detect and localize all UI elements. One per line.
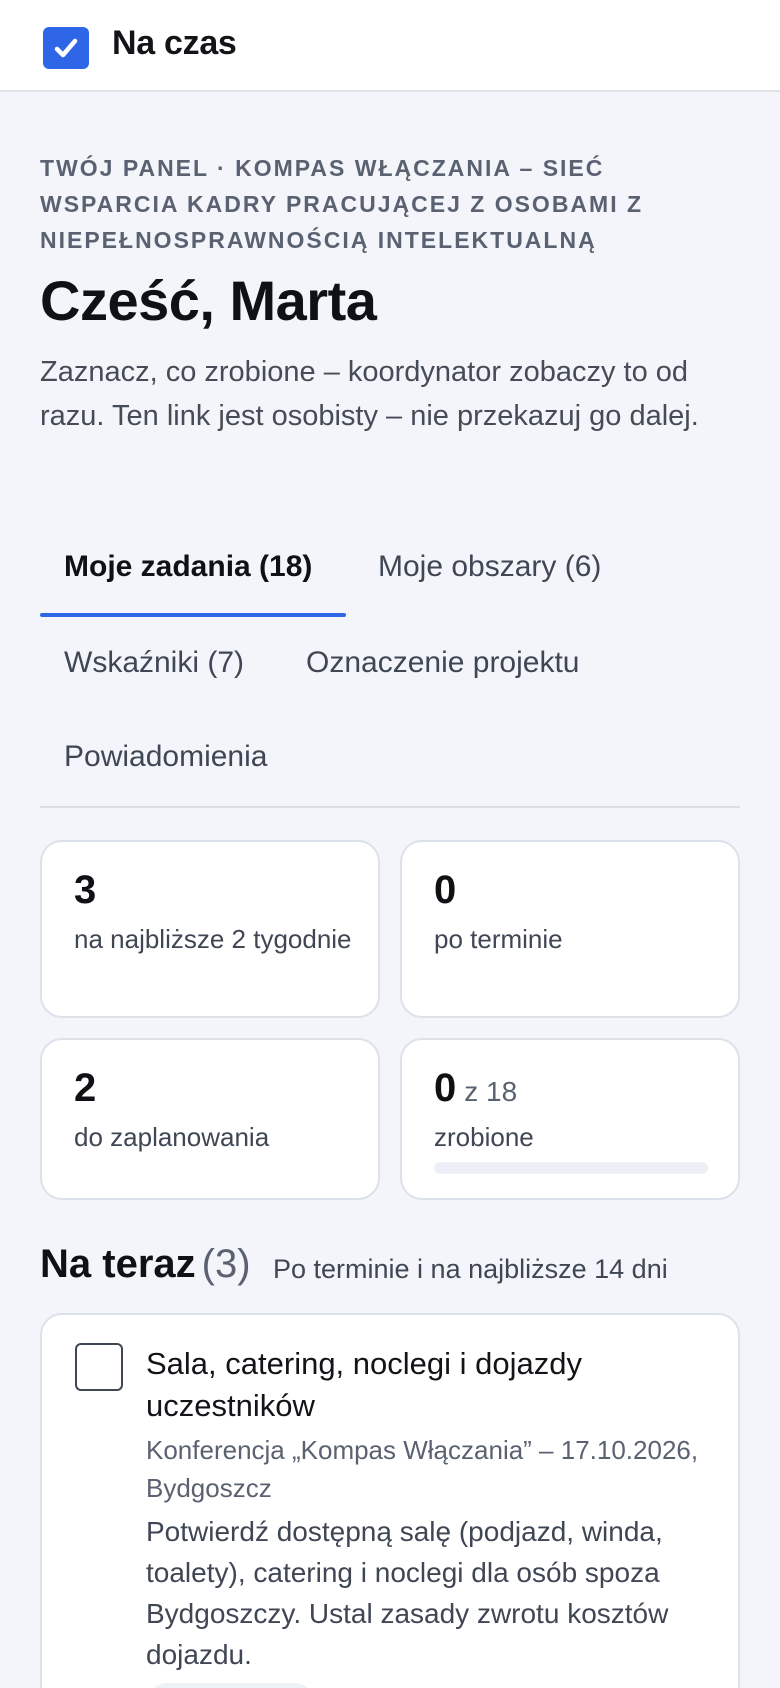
stat-value: 3	[74, 868, 97, 912]
section-subtitle: Po terminie i na najbliższe 14 dni	[273, 1254, 668, 1284]
checkbox-checked-icon	[43, 27, 89, 69]
stat-card-overdue: 0 po terminie	[400, 840, 740, 1018]
section-title-text: Na teraz	[40, 1242, 196, 1286]
tab-oznaczenie-projektu[interactable]: Oznaczenie projektu	[306, 646, 580, 680]
task-title: Sala, catering, noclegi i dojazdy uczest…	[146, 1346, 582, 1423]
stat-value: 0	[434, 868, 457, 912]
stat-card-upcoming: 3 na najbliższe 2 tygodnie	[40, 840, 380, 1018]
tab-powiadomienia[interactable]: Powiadomienia	[64, 740, 267, 774]
page-title: Cześć, Marta	[40, 269, 377, 332]
task-context: Konferencja „Kompas Włączania” – 17.10.2…	[146, 1435, 699, 1503]
top-bar: Na czas	[0, 0, 780, 92]
stat-value-done: 0z 18	[434, 1066, 517, 1111]
stat-label: zrobione	[434, 1122, 534, 1152]
task-action-chip[interactable]	[146, 1683, 316, 1688]
section-count: (3)	[201, 1242, 251, 1286]
section-title: Na teraz (3)	[40, 1242, 251, 1287]
stat-value: 0	[434, 1066, 457, 1110]
stat-label: po terminie	[434, 924, 563, 954]
task-done-checkbox[interactable]	[75, 1343, 123, 1391]
app-title: Na czas	[112, 24, 237, 62]
stat-label: do zaplanowania	[74, 1122, 270, 1152]
tab-moje-obszary[interactable]: Moje obszary (6)	[378, 550, 601, 584]
stat-card-to-plan: 2 do zaplanowania	[40, 1038, 380, 1200]
stat-label: na najbliższe 2 tygodnie	[74, 924, 352, 954]
tabs-divider	[40, 806, 740, 808]
task-description: Potwierdź dostępną salę (podjazd, winda,…	[146, 1516, 669, 1670]
tab-moje-zadania[interactable]: Moje zadania (18)	[64, 550, 312, 584]
active-tab-indicator	[40, 613, 346, 617]
tab-wskazniki[interactable]: Wskaźniki (7)	[64, 646, 244, 680]
intro-text: Zaznacz, co zrobione – koordynator zobac…	[40, 356, 699, 432]
panel-eyebrow: Twój panel · Kompas Włączania – Sieć Wsp…	[40, 155, 644, 253]
task-card: Sala, catering, noclegi i dojazdy uczest…	[40, 1313, 740, 1688]
stat-card-done: 0z 18 zrobione	[400, 1038, 740, 1200]
stat-total: z 18	[464, 1076, 518, 1107]
done-progress-bar	[434, 1162, 708, 1174]
stat-value: 2	[74, 1066, 97, 1110]
